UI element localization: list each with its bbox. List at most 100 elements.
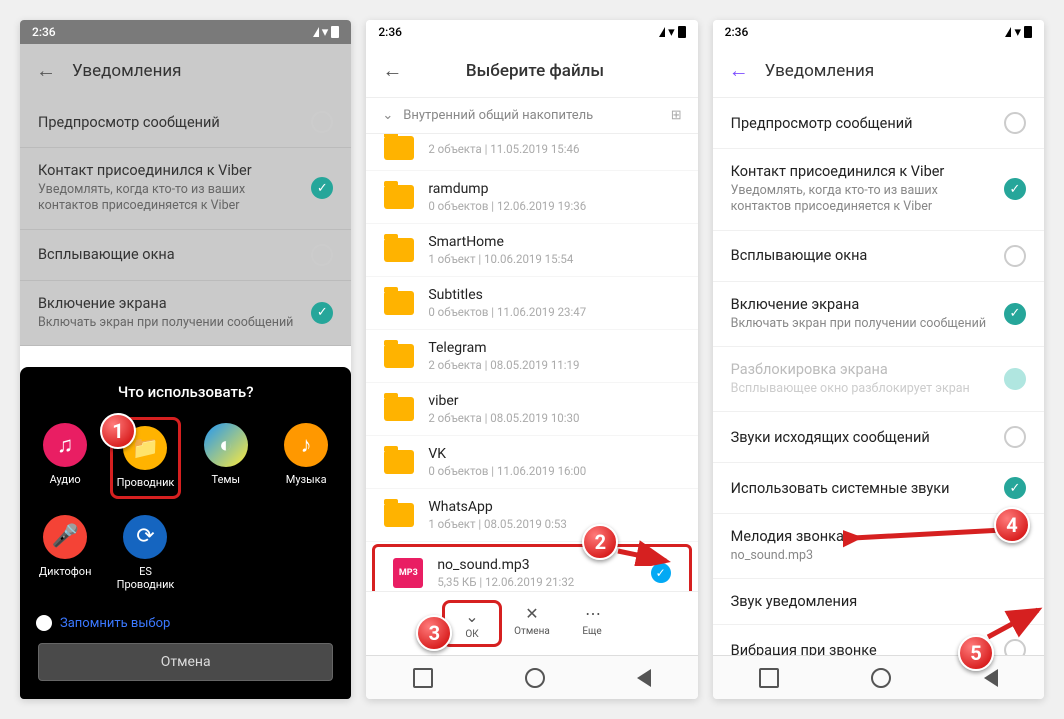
nav-recent-icon[interactable]	[759, 668, 779, 688]
file-meta: 1 объект | 08.05.2019 0:53	[428, 517, 679, 531]
radio-unchecked-icon[interactable]	[1004, 426, 1026, 448]
file-meta: 2 объекта | 08.05.2019 10:30	[428, 411, 679, 425]
nav-home-icon[interactable]	[871, 668, 891, 688]
breadcrumb[interactable]: ⌄ Внутренний общий накопитель ⊞	[366, 98, 697, 134]
status-bar: 2:36 ▾	[366, 20, 697, 44]
chevron-down-icon: ⌄	[382, 108, 393, 123]
radio-unchecked-icon[interactable]	[311, 244, 333, 266]
grid-view-icon[interactable]: ⊞	[671, 108, 682, 123]
app-audio[interactable]: ♫ Аудио	[30, 417, 100, 498]
setting-label: Вибрация при звонке	[731, 642, 992, 655]
action-label: Еще	[582, 626, 601, 637]
app-es-explorer[interactable]: ⟳ ES Проводник	[110, 509, 180, 597]
back-arrow-icon[interactable]: ←	[729, 58, 749, 83]
cancel-button[interactable]: ✕ Отмена	[502, 600, 562, 647]
battery-icon	[1024, 26, 1032, 38]
phone-screen-3: 2:36 ▾ ← Уведомления Предпросмотр сообще…	[713, 20, 1044, 699]
status-time: 2:36	[32, 25, 56, 39]
setting-label: Включение экрана	[731, 296, 992, 313]
setting-contact-joined[interactable]: Контакт присоединился к Viber Уведомлять…	[20, 148, 351, 230]
music-icon: ♪	[284, 423, 328, 467]
signal-icon	[1005, 27, 1011, 37]
radio-checked-icon[interactable]	[1004, 477, 1026, 499]
music-note-icon: ♫	[43, 423, 87, 467]
file-actions: ⌄ ОК ✕ Отмена ⋯ Еще	[366, 591, 697, 655]
setting-preview[interactable]: Предпросмотр сообщений	[20, 97, 351, 148]
cancel-button[interactable]: Отмена	[38, 643, 333, 681]
file-list: 2 объекта | 11.05.2019 15:46 ramdump 0 о…	[366, 134, 697, 591]
setting-outgoing-sounds[interactable]: Звуки исходящих сообщений	[713, 412, 1044, 463]
setting-label: Включение экрана	[38, 295, 299, 312]
more-icon: ⋯	[585, 604, 599, 623]
file-meta: 1 объект | 10.06.2019 15:54	[428, 252, 679, 266]
setting-contact-joined[interactable]: Контакт присоединился к Viber Уведомлять…	[713, 149, 1044, 231]
radio-checked-icon[interactable]	[1004, 303, 1026, 325]
setting-popup[interactable]: Всплывающие окна	[20, 230, 351, 281]
setting-sub: Уведомлять, когда кто-то из ваших контак…	[38, 182, 299, 215]
nav-recent-icon[interactable]	[413, 668, 433, 688]
nav-home-icon[interactable]	[525, 668, 545, 688]
status-time: 2:36	[378, 25, 402, 39]
radio-checked-icon[interactable]	[1004, 178, 1026, 200]
file-name: viber	[428, 393, 679, 409]
file-meta: 0 объектов | 11.06.2019 23:47	[428, 305, 679, 319]
file-name: SmartHome	[428, 234, 679, 250]
folder-row[interactable]: WhatsApp 1 объект | 08.05.2019 0:53	[366, 489, 697, 542]
es-icon: ⟳	[123, 515, 167, 559]
app-header: ← Уведомления	[20, 44, 351, 97]
arrow-icon	[983, 602, 1044, 642]
nav-back-icon[interactable]	[637, 669, 651, 687]
setting-label: Контакт присоединился к Viber	[38, 162, 299, 179]
app-recorder[interactable]: 🎤 Диктофон	[30, 509, 100, 597]
folder-row[interactable]: ramdump 0 объектов | 12.06.2019 19:36	[366, 171, 697, 224]
file-name: no_sound.mp3	[437, 557, 636, 573]
folder-icon	[384, 136, 414, 160]
arrow-icon	[843, 518, 1013, 548]
breadcrumb-label: Внутренний общий накопитель	[403, 108, 593, 123]
setting-system-sounds[interactable]: Использовать системные звуки	[713, 463, 1044, 514]
folder-icon	[384, 344, 414, 368]
setting-label: Звуки исходящих сообщений	[731, 429, 992, 446]
back-arrow-icon[interactable]: ←	[36, 58, 56, 83]
file-name: ramdump	[428, 181, 679, 197]
status-icons: ▾	[313, 25, 340, 40]
ok-button[interactable]: ⌄ ОК	[442, 600, 502, 647]
action-label: Отмена	[514, 626, 550, 637]
setting-screen-on[interactable]: Включение экрана Включать экран при полу…	[713, 282, 1044, 347]
folder-row[interactable]: viber 2 объекта | 08.05.2019 10:30	[366, 383, 697, 436]
setting-label: Всплывающие окна	[38, 246, 299, 263]
app-music[interactable]: ♪ Музыка	[271, 417, 341, 498]
remember-choice[interactable]: Запомнить выбор	[30, 607, 341, 643]
setting-screen-on[interactable]: Включение экрана Включать экран при полу…	[20, 281, 351, 346]
setting-preview[interactable]: Предпросмотр сообщений	[713, 98, 1044, 149]
radio-unchecked-icon[interactable]	[311, 111, 333, 133]
app-themes[interactable]: ◐ Темы	[191, 417, 261, 498]
folder-icon	[384, 238, 414, 262]
mp3-icon: MP3	[393, 558, 423, 588]
radio-unchecked-icon[interactable]	[1004, 112, 1026, 134]
folder-row[interactable]: VK 0 объектов | 11.06.2019 16:00	[366, 436, 697, 489]
folder-row[interactable]: Telegram 2 объекта | 08.05.2019 11:19	[366, 330, 697, 383]
radio-unchecked-icon[interactable]	[1004, 245, 1026, 267]
folder-row[interactable]: 2 объекта | 11.05.2019 15:46	[366, 134, 697, 171]
setting-label: Использовать системные звуки	[731, 480, 992, 497]
setting-popup[interactable]: Всплывающие окна	[713, 231, 1044, 282]
callout-badge-1: 1	[100, 413, 136, 449]
setting-label: Всплывающие окна	[731, 247, 992, 264]
arrow-icon	[616, 536, 676, 566]
nav-back-icon[interactable]	[984, 669, 998, 687]
radio-checked-icon[interactable]	[311, 302, 333, 324]
status-bar: 2:36 ▾	[20, 20, 351, 44]
app-chooser-sheet: Что использовать? ♫ Аудио 📁 Проводник ◐ …	[20, 367, 351, 699]
folder-row[interactable]: SmartHome 1 объект | 10.06.2019 15:54	[366, 224, 697, 277]
more-button[interactable]: ⋯ Еще	[562, 600, 622, 647]
app-label: Музыка	[286, 473, 327, 486]
status-time: 2:36	[725, 25, 749, 39]
file-meta: 2 объекта | 11.05.2019 15:46	[428, 142, 679, 156]
remember-label: Запомнить выбор	[60, 616, 170, 631]
folder-row[interactable]: Subtitles 0 объектов | 11.06.2019 23:47	[366, 277, 697, 330]
app-header: ← Выберите файлы	[366, 44, 697, 98]
radio-checked-icon[interactable]	[311, 177, 333, 199]
check-icon: ⌄	[465, 607, 478, 626]
file-name: VK	[428, 446, 679, 462]
